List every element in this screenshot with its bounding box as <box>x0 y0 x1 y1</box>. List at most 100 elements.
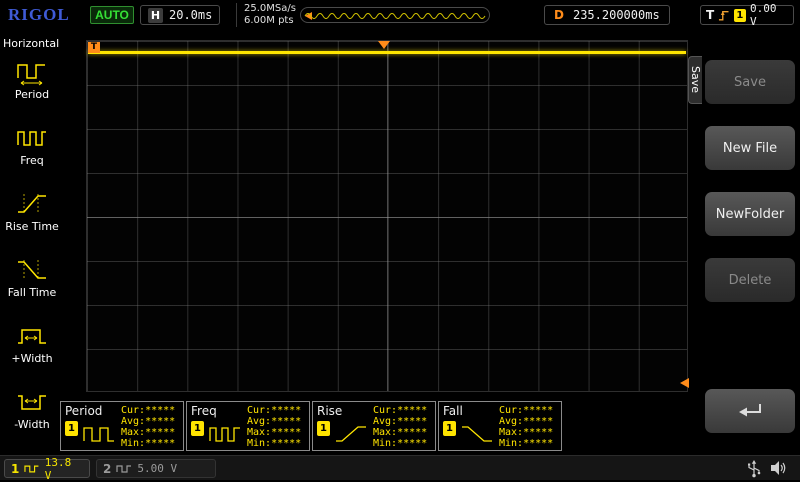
oscilloscope-ui: RIGOL AUTO H 20.0ms 25.0MSa/s 6.00M pts … <box>0 0 800 480</box>
measurement-cur: Cur:***** <box>499 405 553 416</box>
fall-time-icon <box>15 255 49 285</box>
waveform-preview-strip <box>300 7 490 23</box>
measurement-values: Cur:***** Avg:***** Max:***** Min:***** <box>499 405 553 449</box>
channel-waveform-icon <box>24 464 39 474</box>
channel-2-status[interactable]: 2 5.00 V <box>96 459 216 478</box>
save-button[interactable]: Save <box>705 60 795 104</box>
measurement-values: Cur:***** Avg:***** Max:***** Min:***** <box>247 405 301 449</box>
minus-width-icon <box>15 387 49 417</box>
sidebar-item-plus-width[interactable]: +Width <box>0 320 64 382</box>
trigger-label: T <box>706 8 714 22</box>
sidebar-item-label: Period <box>0 88 64 101</box>
trigger-position-marker[interactable] <box>378 41 390 49</box>
menu-tab-save: Save <box>688 56 702 104</box>
bottom-status-bar: 1 13.8 V 2 5.00 V <box>0 455 800 480</box>
trigger-info-box[interactable]: T 1 0.00 V <box>700 5 794 25</box>
graticule: T <box>86 40 688 392</box>
measurement-avg: Avg:***** <box>121 416 175 427</box>
sidebar-item-minus-width[interactable]: -Width <box>0 386 64 448</box>
period-icon <box>15 57 49 87</box>
measurement-min: Min:***** <box>499 438 553 449</box>
sidebar-item-period[interactable]: Period <box>0 56 64 118</box>
measurement-source-chip: 1 <box>191 421 204 436</box>
channel-2-number: 2 <box>103 462 111 476</box>
trigger-delay-box[interactable]: D 235.200000ms <box>544 5 670 25</box>
new-folder-button[interactable]: NewFolder <box>705 192 795 236</box>
usb-icon <box>746 460 762 478</box>
sidebar-item-label: -Width <box>0 418 64 431</box>
rise-time-icon <box>15 189 49 219</box>
measurement-name: Period <box>65 404 102 418</box>
grid-center-vertical <box>387 41 388 391</box>
measurement-name: Rise <box>317 404 342 418</box>
delay-value: 235.200000ms <box>573 8 660 22</box>
trigger-level-value: 0.00 V <box>750 2 788 28</box>
measurement-source-chip: 1 <box>65 421 78 436</box>
trigger-level-marker[interactable] <box>680 378 689 388</box>
new-file-button[interactable]: New File <box>705 126 795 170</box>
channel-waveform-icon <box>116 464 132 474</box>
sidebar-item-freq[interactable]: Freq <box>0 122 64 184</box>
measurement-values: Cur:***** Avg:***** Max:***** Min:***** <box>373 405 427 449</box>
grid-center-horizontal <box>87 217 687 218</box>
measurement-min: Min:***** <box>373 438 427 449</box>
memory-depth: 6.00M pts <box>244 15 296 27</box>
back-button[interactable] <box>705 389 795 433</box>
period-waveform-icon <box>82 421 116 447</box>
freq-icon <box>15 123 49 153</box>
sidebar-item-fall-time[interactable]: Fall Time <box>0 254 64 316</box>
timebase-value: 20.0ms <box>169 8 212 22</box>
trigger-source-chip: 1 <box>734 9 746 22</box>
top-bar: RIGOL AUTO H 20.0ms 25.0MSa/s 6.00M pts … <box>0 0 800 30</box>
preview-waveform-icon <box>303 9 489 23</box>
measurement-panel-period: Period 1 Cur:***** Avg:***** Max:***** M… <box>60 401 184 451</box>
delay-label: D <box>554 8 564 22</box>
sample-rate: 25.0MSa/s <box>244 3 296 15</box>
measurement-source-chip: 1 <box>317 421 330 436</box>
run-status-badge: AUTO <box>90 6 134 24</box>
measurement-name: Freq <box>191 404 217 418</box>
measurement-values: Cur:***** Avg:***** Max:***** Min:***** <box>121 405 175 449</box>
measurement-cur: Cur:***** <box>247 405 301 416</box>
measurement-max: Max:***** <box>373 427 427 438</box>
trigger-offscreen-marker: T <box>88 42 100 53</box>
measurement-panel-rise: Rise 1 Cur:***** Avg:***** Max:***** Min… <box>312 401 436 451</box>
channel-2-scale: 5.00 V <box>137 462 177 475</box>
channel-1-number: 1 <box>11 462 19 476</box>
speaker-icon <box>770 460 788 476</box>
channel-1-status[interactable]: 1 13.8 V <box>4 459 90 478</box>
sidebar-item-label: Fall Time <box>0 286 64 299</box>
sidebar-item-label: +Width <box>0 352 64 365</box>
rigol-logo: RIGOL <box>8 5 70 25</box>
measurement-avg: Avg:***** <box>499 416 553 427</box>
measurement-source-chip: 1 <box>443 421 456 436</box>
trigger-slope-icon <box>718 9 729 22</box>
measurement-min: Min:***** <box>247 438 301 449</box>
fall-edge-icon <box>460 421 494 447</box>
horizontal-measure-sidebar: Horizontal Period Freq Rise Time <box>0 30 64 455</box>
measurement-max: Max:***** <box>121 427 175 438</box>
plus-width-icon <box>15 321 49 351</box>
sidebar-title: Horizontal <box>3 37 59 50</box>
horizontal-label: H <box>148 8 163 23</box>
ch1-trace <box>88 51 686 54</box>
channel-1-scale: 13.8 V <box>45 456 83 482</box>
delete-button[interactable]: Delete <box>705 258 795 302</box>
sidebar-item-label: Rise Time <box>0 220 64 233</box>
sidebar-item-rise-time[interactable]: Rise Time <box>0 188 64 250</box>
measurement-max: Max:***** <box>247 427 301 438</box>
sidebar-item-label: Freq <box>0 154 64 167</box>
acquisition-info: 25.0MSa/s 6.00M pts <box>236 3 296 27</box>
measurement-cur: Cur:***** <box>373 405 427 416</box>
measurement-panel-fall: Fall 1 Cur:***** Avg:***** Max:***** Min… <box>438 401 562 451</box>
horizontal-timebase-box[interactable]: H 20.0ms <box>140 5 220 25</box>
rise-edge-icon <box>334 421 368 447</box>
enter-arrow-icon <box>735 400 765 422</box>
freq-waveform-icon <box>208 421 242 447</box>
measurement-avg: Avg:***** <box>373 416 427 427</box>
measurement-max: Max:***** <box>499 427 553 438</box>
measurement-name: Fall <box>443 404 463 418</box>
measurement-min: Min:***** <box>121 438 175 449</box>
measurement-cur: Cur:***** <box>121 405 175 416</box>
measurement-panel-freq: Freq 1 Cur:***** Avg:***** Max:***** Min… <box>186 401 310 451</box>
